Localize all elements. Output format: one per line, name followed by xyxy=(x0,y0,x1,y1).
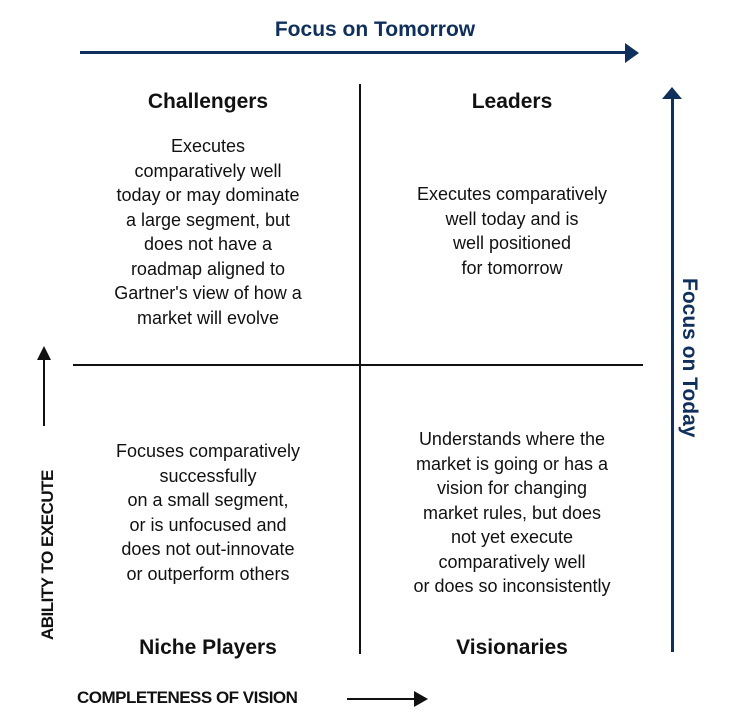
visionaries-title: Visionaries xyxy=(456,636,568,659)
challengers-title: Challengers xyxy=(147,90,269,113)
leaders-title: Leaders xyxy=(471,90,553,113)
visionaries-description: Understands where the market is going or… xyxy=(413,429,611,596)
challengers-description: Executes comparatively well today or may… xyxy=(114,136,302,328)
vertical-divider xyxy=(359,84,361,654)
ability-to-execute-arrow-line xyxy=(43,360,45,426)
focus-on-tomorrow-text: Focus on Tomorrow xyxy=(274,18,476,41)
arrow-up-icon xyxy=(37,346,51,360)
ability-to-execute-label: ABILITY TO EXECUTE xyxy=(38,470,57,640)
niche-players-description: Focuses comparatively successfully on a … xyxy=(115,441,301,584)
horizontal-divider xyxy=(73,364,643,366)
focus-on-today-arrow-line xyxy=(671,96,674,652)
completeness-of-vision-arrow-line xyxy=(347,698,417,700)
focus-on-tomorrow-label: Focus on Tomorrow xyxy=(0,18,750,42)
leaders-description: Executes comparatively well today and is… xyxy=(416,184,608,278)
focus-on-tomorrow-arrow-line xyxy=(80,51,628,54)
arrow-right-icon xyxy=(625,43,639,63)
arrow-right-icon xyxy=(414,691,428,707)
niche-players-title: Niche Players xyxy=(139,636,277,659)
completeness-of-vision-label: COMPLETENESS OF VISION xyxy=(77,688,298,707)
focus-on-today-label: Focus on Today xyxy=(678,278,701,438)
